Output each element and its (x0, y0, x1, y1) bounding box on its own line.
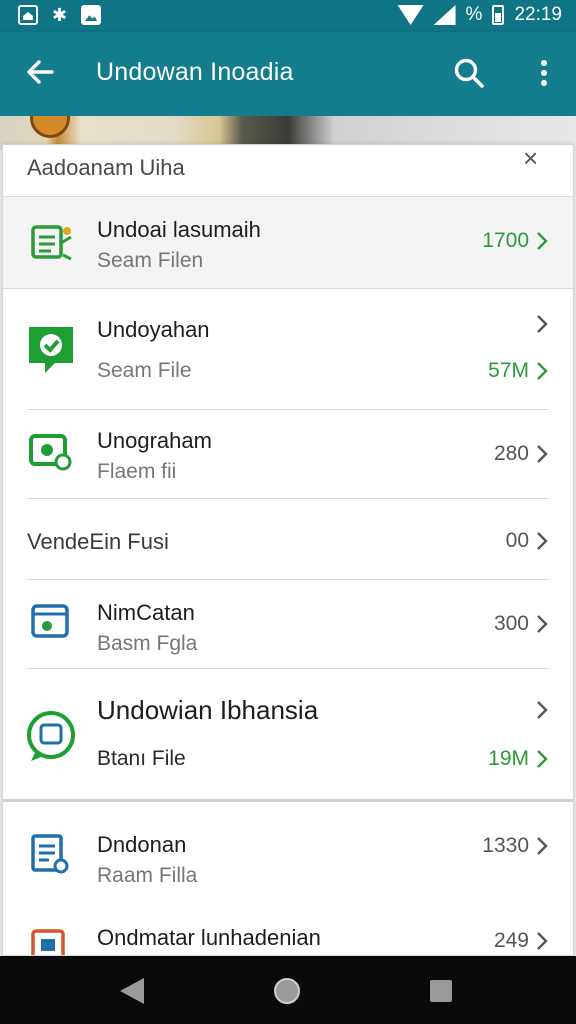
search-icon[interactable] (452, 56, 486, 90)
chat-app-icon (25, 709, 77, 765)
shield-check-icon (25, 321, 77, 379)
nav-recents-icon[interactable] (430, 980, 452, 1002)
item-name: Undoai lasumaih (97, 217, 261, 242)
wifi-icon (397, 5, 424, 25)
item-value: 1700 (482, 229, 529, 252)
list-item[interactable]: Ondmatar lunhadenian 249 (3, 905, 573, 955)
document-list-icon (25, 217, 77, 269)
image-icon (81, 5, 102, 25)
item-name: Dndonan (97, 832, 187, 857)
nav-back-icon[interactable] (120, 978, 144, 1004)
item-name: Ondmatar lunhadenian (97, 925, 321, 950)
item-subtitle: Flaem fii (97, 460, 177, 483)
chevron-right-icon (535, 748, 549, 770)
app-bar: Undowan Inoadia (0, 32, 576, 116)
chevron-right-icon (535, 699, 549, 721)
battery-percent-symbol: % (465, 4, 483, 25)
nav-home-icon[interactable] (274, 978, 300, 1004)
more-vert-icon[interactable] (532, 56, 556, 90)
bluetooth-icon: ✱ (52, 5, 68, 25)
signal-icon (433, 5, 456, 25)
chevron-right-icon (535, 930, 549, 952)
chevron-right-icon (535, 230, 549, 252)
chevron-right-icon (535, 313, 549, 335)
item-subtitle: Basm Fgla (97, 632, 198, 655)
sheet-title: Aadoanam Uiha (27, 155, 185, 180)
home-icon (18, 5, 38, 25)
app-title: Undowan Inoadia (96, 58, 294, 86)
background-image (30, 116, 70, 138)
sheet-header: Aadoanam Uiha × (3, 145, 573, 197)
screen-record-icon (25, 430, 77, 476)
item-value: 1330 (482, 834, 529, 857)
item-subtitle: Seam Filen (97, 249, 204, 272)
chevron-right-icon (535, 530, 549, 552)
navigation-bar (0, 956, 576, 1024)
item-name: Unograham (97, 428, 212, 453)
item-subtitle: Seam File (97, 359, 192, 382)
item-value: 300 (493, 612, 529, 635)
item-value: 280 (493, 442, 529, 465)
item-value: 249 (493, 929, 529, 952)
item-name: Undowian Ibhansia (97, 695, 319, 725)
browser-window-icon (25, 600, 77, 644)
list-item[interactable]: Undowian Ibhansia Btanı File 19M (3, 669, 573, 799)
list-item[interactable]: Undoai lasumaih Seam Filen 1700 (3, 197, 573, 289)
calendar-app-icon (25, 925, 77, 955)
list-item[interactable]: VendeEin Fusi 00 (3, 499, 573, 579)
list-item[interactable]: Unograham Flaem fii 280 (3, 410, 573, 498)
list-item[interactable]: Dndonan Raam Filla 1330 (3, 802, 573, 902)
chevron-right-icon (535, 443, 549, 465)
list-item[interactable]: NimCatan Basm Fgla 300 (3, 580, 573, 668)
item-subtitle: Btanı File (97, 747, 186, 770)
chevron-right-icon (535, 835, 549, 857)
item-name: VendeEin Fusi (27, 529, 169, 554)
item-name: Undoyahan (97, 317, 210, 342)
chevron-right-icon (535, 613, 549, 635)
item-name: NimCatan (97, 600, 195, 625)
clock: 22:19 (514, 4, 562, 25)
item-value: 19M (488, 747, 529, 770)
item-value: 00 (505, 529, 529, 552)
chevron-right-icon (535, 360, 549, 382)
status-bar: ✱ % 22:19 (0, 0, 576, 32)
bottom-sheet: Aadoanam Uiha × Undoai lasumaih Seam Fil… (2, 144, 574, 956)
item-value: 57M (488, 359, 529, 382)
close-icon[interactable]: × (523, 145, 538, 174)
list-item[interactable]: Undoyahan Seam File 57M (3, 289, 573, 409)
back-arrow-icon[interactable] (24, 56, 56, 88)
battery-icon (492, 5, 505, 25)
item-subtitle: Raam Filla (97, 864, 198, 887)
report-doc-icon (25, 832, 77, 878)
